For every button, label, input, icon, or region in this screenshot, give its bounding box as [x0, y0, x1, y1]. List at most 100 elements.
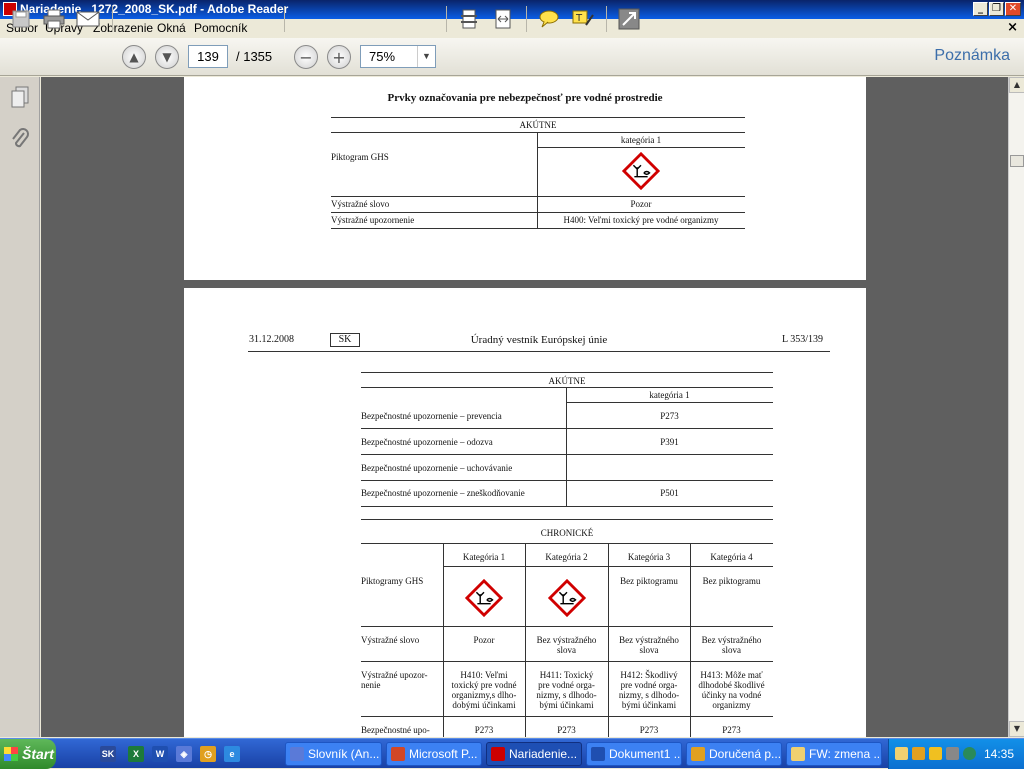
previous-page-icon[interactable]: ▲: [122, 45, 146, 69]
pdf-page-138: Prvky označovania pre nebezpečnosť pre v…: [184, 77, 866, 280]
task-fw-zmena[interactable]: FW: zmena ...: [786, 742, 882, 766]
svg-text:T: T: [575, 13, 583, 24]
row-label-signal: Výstražné slovo: [331, 199, 390, 209]
quicklaunch-sk-icon[interactable]: SK: [100, 746, 116, 762]
scroll-up-icon[interactable]: ▲: [1009, 77, 1024, 93]
quicklaunch-excel-icon[interactable]: X: [128, 746, 144, 762]
menu-pomocnik[interactable]: Pomocník: [194, 21, 247, 35]
hazard-value: H411: Toxický pre vodné orga-nizmy, s dlh…: [536, 670, 597, 710]
acute-row-value: P273: [660, 411, 679, 421]
chronic-category: Kategória 1: [462, 552, 506, 562]
toolbar-separator: [446, 6, 447, 32]
fit-page-icon[interactable]: [456, 7, 482, 31]
chevron-down-icon[interactable]: ▼: [417, 46, 435, 67]
header-date: 31.12.2008: [249, 334, 294, 345]
precaution-value: P273: [557, 725, 576, 735]
section-heading: Prvky označovania pre nebezpečnosť pre v…: [387, 92, 663, 104]
page-total: / 1355: [236, 49, 273, 64]
acute-row-value: P501: [660, 488, 679, 498]
attachments-panel-icon[interactable]: [8, 127, 32, 151]
start-button[interactable]: Štart: [0, 739, 56, 769]
ghs-environment-pictogram: [622, 152, 660, 190]
vertical-scrollbar[interactable]: ▲ ▼: [1008, 77, 1024, 737]
header-journal: Úradný vestník Európskej únie: [470, 334, 608, 346]
restore-button[interactable]: ❐: [989, 2, 1004, 16]
chronic-category: Kategória 3: [627, 552, 671, 562]
header-lang-box: SK: [330, 333, 360, 347]
toolbar-separator: [284, 6, 285, 32]
header-ref: L 353/139: [782, 334, 824, 345]
menu-okna[interactable]: Okná: [157, 21, 186, 35]
print-icon[interactable]: [41, 7, 67, 31]
task-app-icon: [591, 747, 605, 761]
signal-label: Výstražné slovo: [361, 635, 420, 645]
chronic-category: Kategória 2: [545, 552, 588, 562]
close-document-icon[interactable]: ×: [1007, 20, 1018, 35]
task-nariadenie[interactable]: Nariadenie...: [486, 742, 582, 766]
task-dokument[interactable]: Dokument1 ...: [586, 742, 682, 766]
hazard-value: H412: Škodlivý pre vodné orga-nizmy, s dl…: [618, 670, 680, 710]
acute-row-label: Bezpečnostné upozornenie – zneškodňovani…: [361, 488, 525, 498]
task-slovnik[interactable]: Slovník (An...: [285, 742, 382, 766]
email-icon[interactable]: [75, 7, 101, 31]
toolbar-separator: [112, 6, 113, 32]
status-tray-icon[interactable]: [963, 747, 976, 760]
signal-value: Bez výstražného slova: [701, 635, 762, 655]
expand-icon[interactable]: [616, 7, 642, 31]
ghs-environment-pictogram: [548, 579, 586, 617]
pages-panel-icon[interactable]: [8, 85, 32, 109]
menu-zobrazenie[interactable]: Zobrazenie: [93, 21, 153, 35]
shield-tray-icon[interactable]: [929, 747, 942, 760]
ghs-environment-pictogram: [465, 579, 503, 617]
acute-section: AKÚTNE: [548, 376, 586, 386]
save-icon[interactable]: [8, 7, 34, 31]
acute-row-label: Bezpečnostné upozornenie – prevencia: [361, 411, 502, 421]
precaution-value: P273: [639, 725, 659, 735]
quicklaunch-clock-icon[interactable]: ◷: [200, 746, 216, 762]
table-category: kategória 1: [620, 135, 662, 145]
no-pictogram: Bez piktogramu: [620, 576, 678, 586]
row-value-signal: Pozor: [630, 199, 652, 209]
close-button[interactable]: ✕: [1005, 2, 1021, 16]
clock: 14:35: [983, 747, 1014, 761]
text-edit-icon[interactable]: T: [570, 7, 596, 31]
network-tray-icon[interactable]: [946, 747, 959, 760]
no-pictogram: Bez piktogramu: [702, 576, 761, 586]
task-app-icon: [391, 747, 405, 761]
clock-tray-icon[interactable]: [912, 747, 925, 760]
signal-value: Bez výstražného slova: [619, 635, 679, 655]
task-app-icon: [290, 747, 304, 761]
acute-row-label: Bezpečnostné upozornenie – uchovávanie: [361, 463, 513, 473]
precaution-value: P273: [722, 725, 741, 735]
next-page-icon[interactable]: ▼: [155, 45, 179, 69]
acute-row-label: Bezpečnostné upozornenie – odozva: [361, 437, 493, 447]
zoom-out-icon[interactable]: −: [294, 45, 318, 69]
page-number-input[interactable]: 139: [188, 45, 228, 68]
row-label-hazard: Výstražné upozornenie: [331, 215, 415, 225]
navigation-panel: [0, 77, 40, 737]
task-app-icon: [491, 747, 505, 761]
fit-width-icon[interactable]: [490, 7, 516, 31]
comment-label[interactable]: Poznámka: [934, 47, 1010, 65]
task-label: Nariadenie...: [509, 747, 578, 761]
comment-bubble-icon[interactable]: [536, 7, 562, 31]
minimize-button[interactable]: _: [973, 2, 988, 16]
scroll-down-icon[interactable]: ▼: [1009, 721, 1024, 737]
document-viewer[interactable]: Prvky označovania pre nebezpečnosť pre v…: [41, 77, 1008, 737]
toolbar-separator: [526, 6, 527, 32]
quicklaunch-word-icon[interactable]: W: [152, 746, 168, 762]
toolbar-separator: [606, 6, 607, 32]
task-dorucena[interactable]: Doručená p...: [686, 742, 782, 766]
row-label-pictogram: Piktogram GHS: [331, 152, 389, 162]
task-app-icon: [791, 747, 805, 761]
mail-tray-icon[interactable]: [895, 747, 908, 760]
task-label: Slovník (An...: [308, 747, 380, 761]
quicklaunch-ie-icon[interactable]: e: [224, 746, 240, 762]
zoom-select[interactable]: 75% ▼: [360, 45, 436, 68]
task-powerpoint[interactable]: Microsoft P...: [386, 742, 482, 766]
hazard-value: H413: Môže mať dlhodobé škodlivé účinky na…: [698, 670, 765, 710]
precaution-label: Bezpečnostné upo-: [361, 725, 430, 735]
quicklaunch-app-icon[interactable]: ◈: [176, 746, 192, 762]
scroll-thumb[interactable]: [1010, 155, 1024, 167]
zoom-in-icon[interactable]: +: [327, 45, 351, 69]
